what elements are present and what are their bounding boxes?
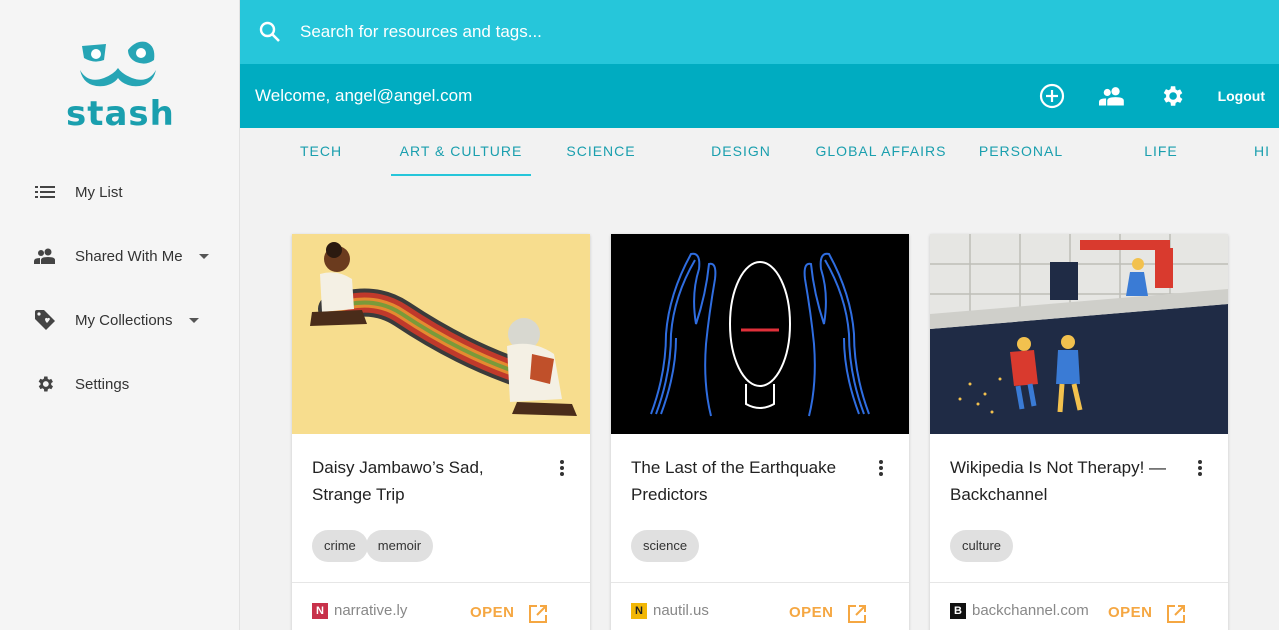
card-source: N narrative.ly — [312, 602, 407, 619]
tag-chip[interactable]: memoir — [365, 530, 434, 562]
people-icon — [34, 245, 56, 267]
resource-card[interactable]: Daisy Jambawo’s Sad, Strange Trip crime … — [292, 234, 590, 630]
tag-list: culture — [950, 530, 1014, 562]
sidebar-item-label: My List — [75, 183, 123, 201]
sidebar-item-label: My Collections — [75, 311, 173, 329]
card-title[interactable]: The Last of the Earthquake Predictors — [631, 454, 851, 508]
open-in-new-icon[interactable] — [847, 604, 867, 624]
add-circle-icon — [1039, 83, 1064, 109]
more-vert-icon[interactable] — [873, 458, 889, 478]
open-button[interactable]: OPEN — [1108, 604, 1153, 621]
sidebar-item-label: Settings — [75, 375, 130, 393]
card-title[interactable]: Wikipedia Is Not Therapy! — Backchannel — [950, 454, 1170, 508]
sidebar-item-my-collections[interactable]: My Collections — [0, 288, 240, 352]
card-source: N nautil.us — [631, 602, 709, 619]
list-icon — [34, 181, 56, 203]
sidebar-item-settings[interactable]: Settings — [0, 352, 240, 416]
tag-chip[interactable]: crime — [312, 530, 368, 562]
open-in-new-icon[interactable] — [1166, 604, 1186, 624]
settings-button[interactable] — [1158, 82, 1186, 110]
tab-personal[interactable]: PERSONAL — [966, 128, 1076, 176]
tab-science[interactable]: SCIENCE — [546, 128, 656, 176]
app-name: stash — [66, 94, 175, 134]
card-image[interactable] — [292, 234, 590, 434]
backchannel-favicon-icon: B — [950, 602, 966, 619]
search-input[interactable] — [300, 22, 900, 42]
people-icon — [1098, 87, 1124, 106]
tag-list: crime memoir — [312, 530, 434, 562]
search-bar — [240, 0, 1279, 64]
more-vert-icon[interactable] — [554, 458, 570, 478]
sidebar-nav: My List Shared With Me My Collections Se… — [0, 160, 240, 416]
source-domain: backchannel.com — [972, 602, 1089, 619]
sidebar-item-shared-with-me[interactable]: Shared With Me — [0, 224, 240, 288]
tab-life[interactable]: LIFE — [1106, 128, 1216, 176]
chevron-down-icon[interactable] — [198, 253, 209, 259]
more-vert-icon[interactable] — [1192, 458, 1208, 478]
card-source: B backchannel.com — [950, 602, 1089, 619]
tab-design[interactable]: DESIGN — [686, 128, 796, 176]
tab-tech[interactable]: TECH — [266, 128, 376, 176]
category-tabs: TECH ART & CULTURE SCIENCE DESIGN GLOBAL… — [240, 128, 1279, 176]
tag-chip[interactable]: culture — [950, 530, 1014, 562]
gear-icon — [34, 373, 56, 395]
welcome-text: Welcome, angel@angel.com — [255, 86, 473, 105]
open-button[interactable]: OPEN — [470, 604, 515, 621]
tab-art-culture[interactable]: ART & CULTURE — [391, 128, 531, 176]
source-domain: nautil.us — [653, 602, 709, 619]
card-divider — [292, 582, 590, 583]
open-in-new-icon[interactable] — [528, 604, 548, 624]
resource-card[interactable]: Wikipedia Is Not Therapy! — Backchannel … — [930, 234, 1228, 630]
card-divider — [930, 582, 1228, 583]
card-title[interactable]: Daisy Jambawo’s Sad, Strange Trip — [312, 454, 532, 508]
resource-card[interactable]: The Last of the Earthquake Predictors sc… — [611, 234, 909, 630]
search-icon[interactable] — [258, 20, 282, 44]
gear-icon — [1163, 86, 1182, 106]
tag-chip[interactable]: science — [631, 530, 700, 562]
owl-mustache-icon — [80, 41, 156, 87]
narrative-favicon-icon: N — [312, 602, 328, 619]
header-bar: Welcome, angel@angel.com Logout — [240, 64, 1279, 128]
nautilus-favicon-icon: N — [631, 602, 647, 619]
logout-button[interactable]: Logout — [1218, 88, 1265, 104]
sidebar-item-my-list[interactable]: My List — [0, 160, 240, 224]
tab-hi[interactable]: HI — [1254, 128, 1279, 176]
card-image[interactable] — [611, 234, 909, 434]
source-domain: narrative.ly — [334, 602, 408, 619]
card-divider — [611, 582, 909, 583]
sidebar-item-label: Shared With Me — [75, 247, 183, 265]
sidebar: stash My List Shared With Me My Collecti… — [0, 0, 240, 630]
tag-list: science — [631, 530, 700, 562]
open-button[interactable]: OPEN — [789, 604, 834, 621]
tag-icon — [34, 309, 56, 331]
people-button[interactable] — [1098, 82, 1126, 110]
tab-global-affairs[interactable]: GLOBAL AFFAIRS — [811, 128, 951, 176]
card-image[interactable] — [930, 234, 1228, 434]
chevron-down-icon[interactable] — [188, 317, 199, 323]
add-resource-button[interactable] — [1038, 82, 1066, 110]
stash-logo[interactable]: stash — [66, 38, 175, 134]
